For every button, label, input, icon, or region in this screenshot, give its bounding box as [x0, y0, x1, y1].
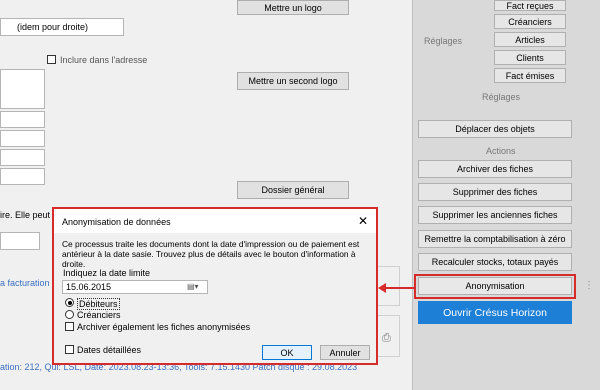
more-icon[interactable]: ⋮ — [584, 280, 594, 291]
archive-button[interactable]: Archiver des fiches — [418, 160, 572, 178]
tab-articles-label: Articles — [515, 34, 545, 45]
folder-button[interactable]: Dossier général — [237, 181, 349, 199]
actions-header: Actions — [486, 146, 516, 156]
open-cresus-button[interactable]: Ouvrir Crésus Horizon — [418, 301, 572, 324]
tab-fact-recues-label: Fact reçues — [506, 0, 554, 11]
tab-clients[interactable]: Clients — [494, 50, 566, 65]
recalc-button[interactable]: Recalculer stocks, totaux payés — [418, 253, 572, 271]
anonymize-label: Anonymisation — [465, 281, 525, 291]
recalc-label: Recalculer stocks, totaux payés — [431, 257, 559, 267]
tab-fact-emises[interactable]: Fact émises — [494, 68, 566, 83]
include-address-label: Inclure dans l'adresse — [60, 55, 148, 65]
reglages-header: Réglages — [482, 92, 521, 102]
date-label: Indiquez la date limite — [63, 268, 151, 278]
address-textarea[interactable] — [0, 69, 45, 109]
cancel-button[interactable]: Annuler — [320, 345, 370, 360]
archive-label: Archiver des fiches — [456, 164, 534, 174]
address-line-1[interactable] — [0, 111, 45, 128]
include-address-checkbox[interactable] — [47, 55, 56, 64]
delete-button[interactable]: Supprimer des fiches — [418, 183, 572, 201]
archive-checkbox-label: Archiver également les fiches anonymisée… — [77, 322, 251, 332]
printer-icon[interactable]: ⎙ — [382, 332, 391, 345]
radio-selected-dot — [67, 300, 72, 305]
tab-creanciers-label: Créanciers — [508, 16, 552, 27]
radio-debtors[interactable] — [65, 298, 74, 307]
logo-button[interactable]: Mettre un logo — [237, 0, 349, 15]
detailed-dates-label: Dates détaillées — [77, 345, 142, 355]
move-objects-button[interactable]: Déplacer des objets — [418, 120, 572, 138]
delete-old-label: Supprimer les anciennes fiches — [432, 210, 558, 220]
radio-creditors-label: Créanciers — [77, 310, 121, 320]
date-picker[interactable]: 15.06.2015 ▤▾ — [62, 280, 208, 294]
tab-creanciers[interactable]: Créanciers — [494, 14, 566, 29]
delete-old-button[interactable]: Supprimer les anciennes fiches — [418, 206, 572, 224]
pointer-arrow-icon — [378, 283, 414, 293]
ok-button[interactable]: OK — [262, 345, 312, 360]
folder-button-label: Dossier général — [261, 185, 325, 195]
radio-creditors[interactable] — [65, 310, 74, 319]
reset-accounting-label: Remettre la comptabilisation à zéro — [424, 234, 566, 244]
tab-clients-label: Clients — [516, 52, 544, 63]
address-line-2[interactable] — [0, 130, 45, 147]
date-value: 15.06.2015 — [66, 282, 112, 292]
idem-field-value: (idem pour droite) — [17, 22, 89, 32]
calendar-icon[interactable]: ▤▾ — [187, 282, 199, 291]
cancel-button-label: Annuler — [329, 347, 361, 358]
detailed-dates-checkbox[interactable] — [65, 345, 74, 354]
anonymize-button[interactable]: Anonymisation — [418, 277, 572, 295]
open-cresus-label: Ouvrir Crésus Horizon — [443, 306, 547, 319]
reglages-label: Réglages — [424, 36, 463, 46]
address-line-4[interactable] — [0, 168, 45, 185]
close-icon[interactable]: ✕ — [358, 214, 368, 228]
truncated-text: ire. Elle peut — [0, 210, 51, 220]
second-logo-button[interactable]: Mettre un second logo — [237, 72, 349, 90]
logo-button-label: Mettre un logo — [264, 2, 322, 13]
ok-button-label: OK — [280, 347, 294, 358]
billing-link[interactable]: a facturation — [0, 278, 50, 288]
anonymization-dialog: Anonymisation de données ✕ Ce processus … — [52, 207, 378, 365]
tab-fact-emises-label: Fact émises — [505, 70, 555, 81]
second-logo-button-label: Mettre un second logo — [248, 76, 338, 86]
small-input[interactable] — [0, 232, 40, 250]
reset-accounting-button[interactable]: Remettre la comptabilisation à zéro — [418, 230, 572, 248]
delete-label: Supprimer des fiches — [452, 187, 538, 197]
dialog-description: Ce processus traite les documents dont l… — [62, 239, 360, 269]
dialog-title: Anonymisation de données — [62, 217, 171, 227]
dialog-titlebar: Anonymisation de données ✕ — [54, 209, 376, 233]
address-line-3[interactable] — [0, 149, 45, 166]
archive-checkbox[interactable] — [65, 322, 74, 331]
radio-debtors-label: Débiteurs — [77, 298, 120, 310]
move-objects-label: Déplacer des objets — [455, 124, 535, 134]
idem-field[interactable]: (idem pour droite) — [0, 18, 124, 36]
tab-fact-recues[interactable]: Fact reçues — [494, 0, 566, 11]
tab-articles[interactable]: Articles — [494, 32, 566, 47]
